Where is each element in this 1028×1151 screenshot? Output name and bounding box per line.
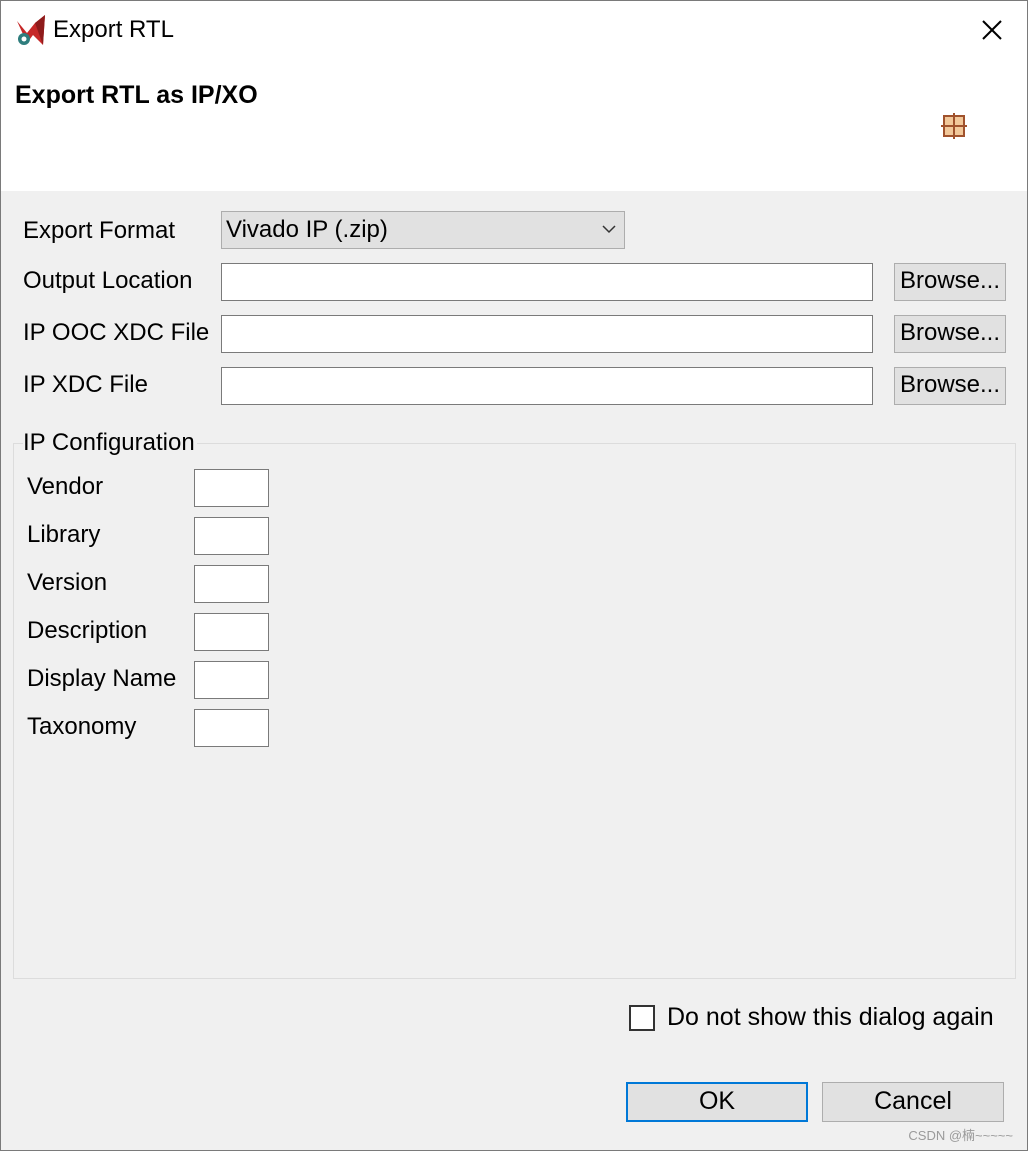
- description-input[interactable]: [194, 613, 269, 651]
- do-not-show-again-checkbox[interactable]: [629, 1005, 655, 1031]
- taxonomy-label: Taxonomy: [27, 713, 137, 740]
- watermark-text: CSDN @楠~~~~~: [908, 1128, 1013, 1143]
- close-button[interactable]: [969, 9, 1015, 51]
- display-name-input[interactable]: [194, 661, 269, 699]
- ip-configuration-title: IP Configuration: [23, 428, 197, 458]
- export-format-label: Export Format: [23, 217, 176, 244]
- ip-configuration-group: [13, 443, 1016, 979]
- vendor-input[interactable]: [194, 469, 269, 507]
- version-input[interactable]: [194, 565, 269, 603]
- taxonomy-input[interactable]: [194, 709, 269, 747]
- cancel-button[interactable]: Cancel: [822, 1082, 1004, 1122]
- ok-button[interactable]: OK: [626, 1082, 808, 1122]
- grid-ip-icon: [941, 113, 967, 139]
- output-location-label: Output Location: [23, 267, 193, 294]
- export-format-select[interactable]: Vivado IP (.zip): [221, 211, 625, 249]
- export-rtl-dialog: Export RTL Export RTL as IP/XO Export Fo…: [0, 0, 1028, 1151]
- ip-xdc-browse-button[interactable]: Browse...: [894, 367, 1006, 405]
- library-input[interactable]: [194, 517, 269, 555]
- output-location-browse-button[interactable]: Browse...: [894, 263, 1006, 301]
- do-not-show-again-label[interactable]: Do not show this dialog again: [667, 1002, 994, 1032]
- output-location-input[interactable]: [221, 263, 873, 301]
- window-title: Export RTL: [53, 16, 174, 43]
- dialog-header: Export RTL as IP/XO: [1, 61, 1027, 191]
- version-label: Version: [27, 569, 108, 596]
- display-name-label: Display Name: [27, 665, 177, 692]
- vendor-label: Vendor: [27, 473, 104, 500]
- library-label: Library: [27, 521, 101, 548]
- close-icon: [982, 20, 1002, 40]
- description-label: Description: [27, 617, 148, 644]
- ip-ooc-xdc-input[interactable]: [221, 315, 873, 353]
- chevron-down-icon: [602, 225, 616, 234]
- vivado-hls-app-icon: [17, 15, 45, 45]
- title-bar: Export RTL: [1, 1, 1027, 61]
- export-format-value: Vivado IP (.zip): [226, 216, 388, 243]
- ip-ooc-xdc-browse-button[interactable]: Browse...: [894, 315, 1006, 353]
- ip-xdc-label: IP XDC File: [23, 371, 148, 398]
- ip-xdc-input[interactable]: [221, 367, 873, 405]
- dialog-heading: Export RTL as IP/XO: [15, 81, 258, 109]
- ip-ooc-xdc-label: IP OOC XDC File: [23, 319, 210, 346]
